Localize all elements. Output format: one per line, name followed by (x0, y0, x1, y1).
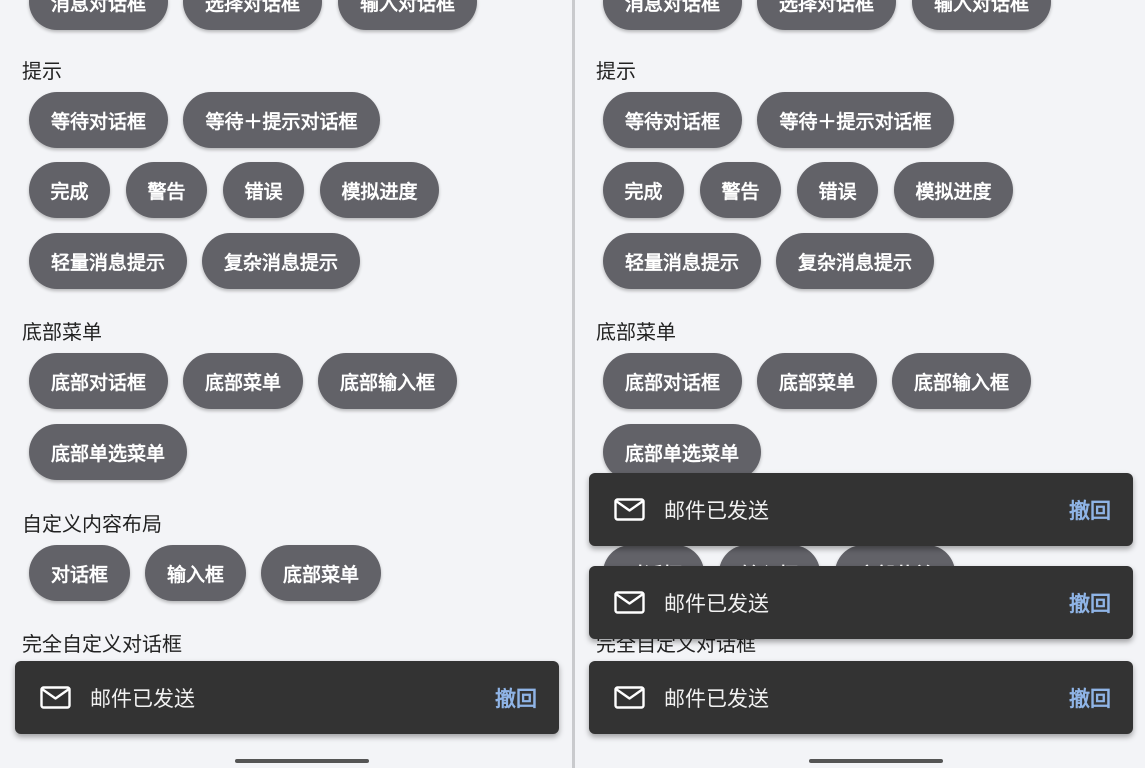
bottom-dialog-button[interactable]: 底部对话框 (603, 353, 742, 409)
left-screen: 消息对话框 选择对话框 输入对话框 提示 等待对话框 等待＋提示对话框 完成 警… (0, 0, 572, 768)
section-title-custom-layout: 自定义内容布局 (22, 512, 162, 536)
light-tip-button[interactable]: 轻量消息提示 (29, 233, 187, 289)
section-title-bottom-menu: 底部菜单 (596, 320, 676, 344)
snackbar-undo-button[interactable]: 撤回 (495, 683, 537, 713)
mail-icon (614, 686, 645, 709)
wait-tip-dialog-button[interactable]: 等待＋提示对话框 (183, 92, 380, 148)
wait-tip-dialog-button[interactable]: 等待＋提示对话框 (757, 92, 954, 148)
snackbar: 邮件已发送 撤回 (589, 661, 1133, 734)
snackbar-undo-button[interactable]: 撤回 (1069, 495, 1111, 525)
done-button[interactable]: 完成 (603, 162, 684, 218)
error-button[interactable]: 错误 (797, 162, 878, 218)
message-dialog-button[interactable]: 消息对话框 (29, 0, 168, 30)
custom-input-button[interactable]: 输入框 (145, 545, 246, 601)
warning-button[interactable]: 警告 (700, 162, 781, 218)
bottom-single-select-button[interactable]: 底部单选菜单 (29, 424, 187, 480)
bottom-menu-button[interactable]: 底部菜单 (757, 353, 877, 409)
done-button[interactable]: 完成 (29, 162, 110, 218)
section-title-bottom-menu: 底部菜单 (22, 320, 102, 344)
snackbar: 邮件已发送 撤回 (589, 473, 1133, 546)
select-dialog-button[interactable]: 选择对话框 (183, 0, 322, 30)
home-indicator[interactable] (809, 759, 943, 763)
custom-dialog-button[interactable]: 对话框 (29, 545, 130, 601)
simulate-progress-button[interactable]: 模拟进度 (320, 162, 439, 218)
input-dialog-button[interactable]: 输入对话框 (912, 0, 1051, 30)
snackbar-message: 邮件已发送 (664, 498, 769, 523)
bottom-input-button[interactable]: 底部输入框 (318, 353, 457, 409)
home-indicator[interactable] (235, 759, 369, 763)
custom-bottom-menu-button[interactable]: 底部菜单 (261, 545, 381, 601)
snackbar: 邮件已发送 撤回 (15, 661, 559, 734)
light-tip-button[interactable]: 轻量消息提示 (603, 233, 761, 289)
select-dialog-button[interactable]: 选择对话框 (757, 0, 896, 30)
snackbar-message: 邮件已发送 (664, 686, 769, 711)
warning-button[interactable]: 警告 (126, 162, 207, 218)
snackbar-message: 邮件已发送 (90, 686, 195, 711)
simulate-progress-button[interactable]: 模拟进度 (894, 162, 1013, 218)
section-title-full-custom: 完全自定义对话框 (22, 632, 182, 656)
section-title-tips: 提示 (22, 59, 62, 83)
bottom-input-button[interactable]: 底部输入框 (892, 353, 1031, 409)
bottom-menu-button[interactable]: 底部菜单 (183, 353, 303, 409)
mail-icon (40, 686, 71, 709)
message-dialog-button[interactable]: 消息对话框 (603, 0, 742, 30)
mail-icon (614, 591, 645, 614)
complex-tip-button[interactable]: 复杂消息提示 (202, 233, 360, 289)
wait-dialog-button[interactable]: 等待对话框 (29, 92, 168, 148)
snackbar-message: 邮件已发送 (664, 591, 769, 616)
snackbar-undo-button[interactable]: 撤回 (1069, 588, 1111, 618)
right-screen: 消息对话框 选择对话框 输入对话框 提示 等待对话框 等待＋提示对话框 完成 警… (575, 0, 1145, 768)
section-title-tips: 提示 (596, 59, 636, 83)
snackbar-undo-button[interactable]: 撤回 (1069, 683, 1111, 713)
mail-icon (614, 498, 645, 521)
bottom-single-select-button[interactable]: 底部单选菜单 (603, 424, 761, 480)
bottom-dialog-button[interactable]: 底部对话框 (29, 353, 168, 409)
error-button[interactable]: 错误 (223, 162, 304, 218)
wait-dialog-button[interactable]: 等待对话框 (603, 92, 742, 148)
input-dialog-button[interactable]: 输入对话框 (338, 0, 477, 30)
complex-tip-button[interactable]: 复杂消息提示 (776, 233, 934, 289)
snackbar: 邮件已发送 撤回 (589, 566, 1133, 639)
